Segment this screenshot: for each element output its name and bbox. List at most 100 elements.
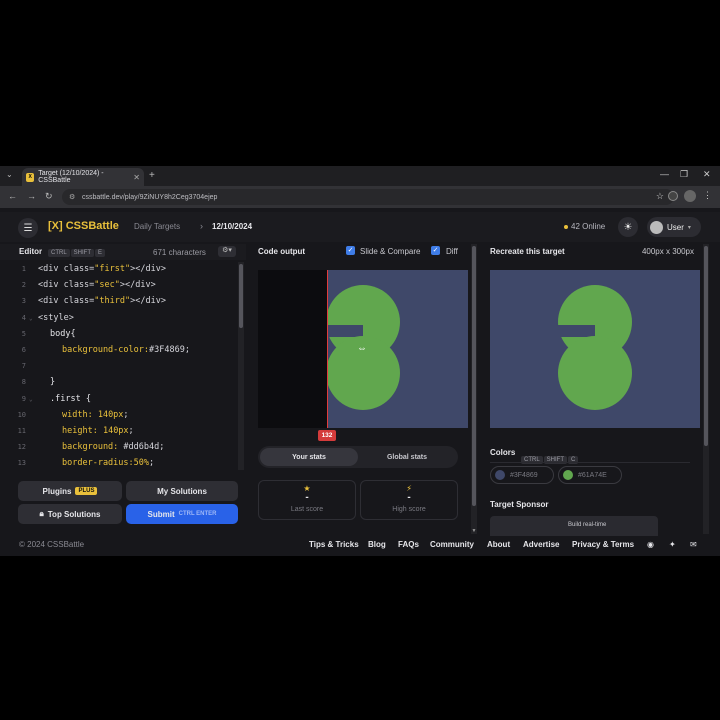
code-token: height: (62, 426, 103, 436)
code-token: .first { (50, 393, 91, 404)
my-solutions-button[interactable]: My Solutions (126, 481, 238, 501)
code-line[interactable]: 9 ⌄ .first { (12, 394, 238, 410)
code-line[interactable]: 10 width: 140px; (12, 410, 238, 426)
color-dot-1 (495, 470, 505, 480)
bookmark-star-icon[interactable]: ☆ (656, 191, 664, 202)
target-canvas (490, 270, 700, 428)
code-line[interactable]: 6 background-color:#3F4869; (12, 345, 238, 361)
line-number: 4 (21, 313, 26, 322)
diff-label: Diff (446, 247, 458, 256)
code-line[interactable]: 4 ⌄ <style> (12, 313, 238, 329)
code-token: 140px (97, 409, 124, 420)
tab-your-stats[interactable]: Your stats (260, 448, 358, 466)
code-line[interactable]: 13 border-radius:50%; (12, 458, 238, 470)
browser-tab[interactable]: X Target (12/10/2024) - CSSBattle ✕ (22, 168, 144, 186)
forward-icon[interactable]: → (27, 191, 36, 201)
footer-link-about[interactable]: About (487, 540, 510, 549)
user-menu-button[interactable]: User ▾ (647, 217, 701, 237)
editor-title: Editor (19, 247, 43, 256)
diff-checkbox[interactable]: ✓ (431, 246, 440, 255)
colors-title: Colors (490, 448, 516, 457)
fold-chevron-icon[interactable]: ⌄ (29, 315, 33, 322)
code-token: #dd6b4d; (123, 442, 165, 453)
code-token: <style> (38, 312, 74, 323)
screen: ⌄ X Target (12/10/2024) - CSSBattle ✕ + … (0, 166, 720, 556)
code-token: } (50, 377, 56, 388)
footer-link-tips[interactable]: Tips & Tricks (309, 540, 359, 549)
last-score-card: ★ - Last score (258, 480, 356, 520)
sponsor-card[interactable]: Build real-time (490, 516, 658, 536)
theme-toggle-sun-icon[interactable]: ☀ (618, 217, 638, 237)
discord-icon[interactable]: ◉ (647, 540, 654, 549)
twitter-icon[interactable]: ✦ (669, 540, 676, 549)
slide-compare-label: Slide & Compare (360, 247, 421, 256)
url-field[interactable]: ⚙ cssbattle.dev/play/9ZiNUY8h2Ceg3704eje… (62, 189, 674, 205)
menu-hamburger-icon[interactable]: ☰ (18, 218, 38, 238)
address-bar-row: ← → ↻ ⚙ cssbattle.dev/play/9ZiNUY8h2Ceg3… (0, 186, 720, 208)
back-icon[interactable]: ← (8, 191, 17, 201)
code-line[interactable]: 8} (12, 377, 238, 393)
code-line[interactable]: 5 body{ (12, 329, 238, 345)
line-number: 3 (21, 297, 26, 306)
new-tab-icon[interactable]: + (149, 170, 155, 181)
editor-settings-gear-icon[interactable]: ⚙▾ (218, 246, 236, 257)
slide-compare-checkbox[interactable]: ✓ (346, 246, 355, 255)
user-name: User (667, 222, 684, 232)
reload-icon[interactable]: ↻ (45, 191, 53, 202)
tab-close-icon[interactable]: ✕ (133, 173, 140, 182)
lock-icon: 🔒︎ (39, 509, 44, 518)
code-token: ; (123, 409, 129, 420)
footer-link-advertise[interactable]: Advertise (523, 540, 559, 549)
code-line[interactable]: 12 background: #dd6b4d; (12, 442, 238, 458)
color-swatch-2[interactable]: #61A74E (558, 466, 622, 484)
code-editor[interactable]: 1 <div class="first"></div> 2 <div class="s… (12, 264, 238, 470)
close-window-icon[interactable]: ✕ (703, 169, 711, 180)
output-scrollbar[interactable]: ▼ (471, 244, 477, 534)
code-token: background: (62, 442, 124, 453)
site-info-icon[interactable]: ⚙ (69, 193, 75, 201)
fold-chevron-icon[interactable]: ⌄ (29, 396, 33, 403)
tab-global-stats[interactable]: Global stats (358, 448, 456, 466)
code-line[interactable]: 11 height: 140px; (12, 426, 238, 442)
url-text: cssbattle.dev/play/9ZiNUY8h2Ceg3704ejep (82, 193, 218, 201)
code-line[interactable]: 1 <div class="first"></div> (12, 264, 238, 280)
sponsor-title: Target Sponsor (490, 500, 549, 509)
target-shape (550, 285, 632, 410)
profile-avatar-icon[interactable] (684, 190, 696, 202)
target-header: Recreate this target 400px x 300px (482, 244, 702, 260)
footer-link-privacy[interactable]: Privacy & Terms (572, 540, 634, 549)
sponsor-text: Build real-time (568, 522, 607, 528)
breadcrumb-daily-targets[interactable]: Daily Targets (134, 222, 180, 231)
code-line[interactable]: 7 (12, 361, 238, 377)
divider (490, 462, 690, 463)
footer-link-faqs[interactable]: FAQs (398, 540, 419, 549)
plugins-button[interactable]: Plugins PLUS (18, 481, 122, 501)
code-line[interactable]: 3 <div class="third"></div> (12, 296, 238, 312)
editor-shortcut: CTRL SHIFT E (48, 247, 106, 257)
code-line[interactable]: 2 <div class="sec"></div> (12, 280, 238, 296)
submit-button[interactable]: Submit CTRL ENTER (126, 504, 238, 524)
footer-link-community[interactable]: Community (430, 540, 474, 549)
line-number: 2 (21, 281, 26, 290)
email-icon[interactable]: ✉ (690, 540, 697, 549)
footer-link-blog[interactable]: Blog (368, 540, 386, 549)
line-number: 12 (17, 443, 26, 452)
line-number: 9 (21, 394, 26, 403)
cssbattle-logo[interactable]: [X] CSSBattle (48, 220, 119, 232)
target-scrollbar[interactable] (703, 244, 709, 534)
top-solutions-button[interactable]: 🔒︎ Top Solutions (18, 504, 122, 524)
tab-title: Target (12/10/2024) - CSSBattle (38, 170, 104, 184)
code-token: <div class= (38, 264, 95, 274)
online-count: 42 Online (564, 222, 605, 231)
browser-menu-icon[interactable]: ⋮ (703, 190, 712, 201)
color-swatch-1[interactable]: #3F4869 (490, 466, 554, 484)
extension-icon[interactable] (668, 191, 678, 201)
line-number: 5 (21, 329, 26, 338)
compare-slider-handle[interactable] (327, 270, 328, 428)
code-token: "first" (94, 264, 131, 274)
line-number: 8 (21, 378, 26, 387)
minimize-icon[interactable]: — (660, 169, 669, 179)
maximize-icon[interactable]: ❐ (680, 169, 688, 180)
editor-scrollbar[interactable] (238, 262, 244, 470)
tab-search-icon[interactable]: ⌄ (6, 170, 13, 179)
